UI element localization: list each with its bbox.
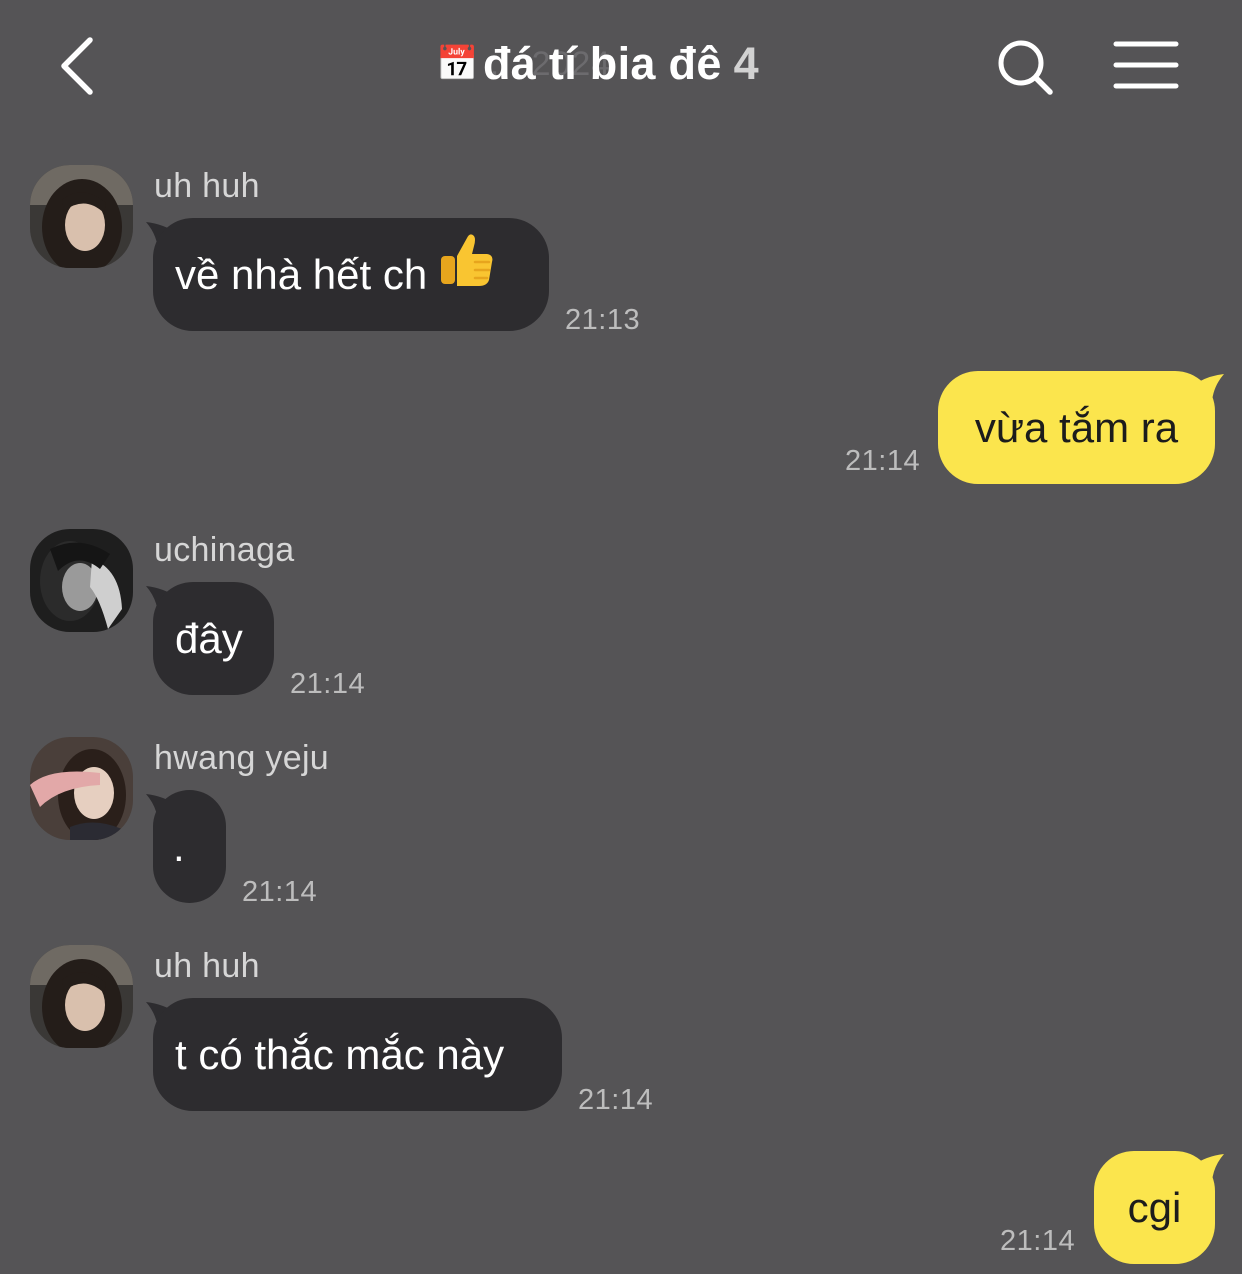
- message-bubble[interactable]: về nhà hết ch: [153, 218, 549, 331]
- message-bubble[interactable]: .: [153, 790, 226, 903]
- message-time: 21:14: [242, 876, 318, 908]
- message-text: về nhà hết ch: [175, 251, 428, 298]
- member-count: 4: [733, 38, 759, 89]
- message-bubble[interactable]: cgi: [1094, 1151, 1215, 1264]
- search-button[interactable]: [994, 36, 1058, 100]
- thumbs-up-icon: [439, 217, 495, 330]
- message-bubble[interactable]: vừa tắm ra: [938, 371, 1215, 484]
- message-text: t có thắc mắc này: [175, 1031, 505, 1078]
- message-time: 21:14: [290, 668, 366, 700]
- sender-name: uh huh: [154, 947, 260, 985]
- message-time: 21:14: [1000, 1225, 1076, 1257]
- message-text: cgi: [1127, 1184, 1182, 1231]
- menu-button[interactable]: [1112, 38, 1180, 94]
- message-bubble[interactable]: đây: [153, 582, 274, 695]
- sender-name: uh huh: [154, 167, 260, 205]
- chat-header: 📅 ... 2024 đá tí bia đê 4: [0, 0, 1242, 135]
- message-text: .: [173, 823, 185, 870]
- sender-name: hwang yeju: [154, 739, 330, 777]
- message-text: vừa tắm ra: [974, 404, 1179, 451]
- message-time: 21:13: [565, 304, 641, 336]
- message-bubble[interactable]: t có thắc mắc này: [153, 998, 562, 1111]
- message-text: đây: [175, 615, 243, 662]
- avatar-uchinaga[interactable]: [30, 529, 133, 632]
- avatar-hwang-yeju[interactable]: [30, 737, 133, 840]
- chat-name: đá tí bia đê: [483, 38, 722, 89]
- hamburger-menu-icon: [1113, 41, 1179, 89]
- avatar-uh-huh[interactable]: [30, 945, 133, 1048]
- message-time: 21:14: [845, 445, 921, 477]
- sender-name: uchinaga: [154, 531, 295, 569]
- message-time: 21:14: [578, 1084, 654, 1116]
- search-icon: [998, 40, 1053, 95]
- avatar-uh-huh[interactable]: [30, 165, 133, 268]
